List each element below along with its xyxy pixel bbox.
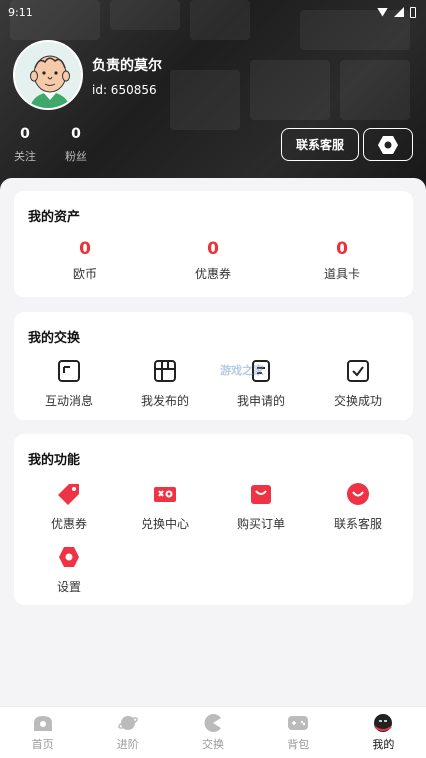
function-redeem-center-label: 兑换中心 — [140, 517, 189, 531]
nav-mine[interactable]: 我的 — [341, 707, 426, 758]
status-bar: 9:11 — [8, 4, 416, 20]
function-contact-support-label: 联系客服 — [333, 517, 382, 531]
grid-icon — [152, 358, 178, 384]
exchange-published[interactable]: 我发布的 — [120, 358, 210, 409]
profile-header: 9:11 负责的莫尔 id: 650856 0 关注 0 粉丝 联系客服 — [0, 0, 426, 200]
coins-value: 0 — [79, 239, 91, 259]
exchange-success[interactable]: 交换成功 — [313, 358, 403, 409]
function-settings[interactable]: 设置 — [24, 544, 114, 595]
followers-count: 0 — [71, 126, 81, 142]
gear-icon — [378, 135, 398, 154]
function-coupons-label: 优惠券 — [50, 517, 87, 531]
nav-mine-label: 我的 — [372, 738, 395, 751]
exchange-published-label: 我发布的 — [140, 394, 189, 408]
nav-advance-label: 进阶 — [116, 738, 139, 751]
watermark-text: 游戏之家 — [220, 364, 264, 377]
coins-label: 欧币 — [72, 267, 97, 281]
item-cards-label: 道具卡 — [323, 267, 360, 281]
functions-card: 我的功能 优惠券 兑换中心 购买订单 联系客服 设置 — [14, 434, 413, 605]
signal-icon — [394, 7, 404, 17]
nav-advance[interactable]: 进阶 — [85, 707, 170, 758]
nav-home-label: 首页 — [31, 738, 54, 751]
functions-title: 我的功能 — [28, 453, 81, 468]
battery-icon — [410, 6, 416, 18]
following-stat[interactable]: 0 关注 — [5, 126, 45, 164]
nav-exchange[interactable]: 交换 — [170, 707, 255, 758]
planet-icon — [117, 713, 139, 733]
following-label: 关注 — [14, 150, 36, 163]
home-icon — [32, 713, 54, 733]
followers-stat[interactable]: 0 粉丝 — [56, 126, 96, 164]
asset-item-cards[interactable]: 0 道具卡 — [292, 239, 392, 282]
content-sheet: 我的资产 0 欧币 0 优惠券 0 道具卡 我的交换 互动消息 我发布的 我申请… — [0, 178, 426, 706]
function-redeem-center[interactable]: 兑换中心 — [120, 481, 210, 532]
exchange-card: 我的交换 互动消息 我发布的 我申请的 交换成功 游戏之家 — [14, 312, 413, 420]
bottom-nav: 首页 进阶 交换 背包 我的 — [0, 706, 426, 758]
assets-card: 我的资产 0 欧币 0 优惠券 0 道具卡 — [14, 191, 413, 297]
asset-coins[interactable]: 0 欧币 — [35, 239, 135, 282]
exchange-requested-label: 我申请的 — [236, 394, 285, 408]
check-box-icon — [345, 358, 371, 384]
exchange-success-label: 交换成功 — [333, 394, 382, 408]
background-poster — [250, 60, 330, 120]
function-contact-support[interactable]: 联系客服 — [313, 481, 403, 532]
shopping-bag-icon — [248, 481, 274, 507]
contact-support-button[interactable]: 联系客服 — [281, 128, 359, 161]
asset-coupons[interactable]: 0 优惠券 — [163, 239, 263, 282]
background-poster — [340, 60, 410, 120]
nav-backpack-label: 背包 — [287, 738, 310, 751]
assets-title: 我的资产 — [28, 210, 81, 225]
user-id: id: 650856 — [92, 83, 157, 97]
function-settings-label: 设置 — [56, 580, 81, 594]
exchange-messages[interactable]: 互动消息 — [24, 358, 114, 409]
coupons-label: 优惠券 — [194, 267, 231, 281]
nav-exchange-label: 交换 — [202, 738, 224, 751]
following-count: 0 — [20, 126, 30, 142]
status-icons — [377, 6, 416, 18]
function-purchase-orders-label: 购买订单 — [236, 517, 285, 531]
settings-button[interactable] — [363, 128, 413, 161]
avatar[interactable] — [13, 40, 83, 110]
function-purchase-orders[interactable]: 购买订单 — [216, 481, 306, 532]
nav-backpack[interactable]: 背包 — [256, 707, 341, 758]
user-name: 负责的莫尔 — [92, 58, 162, 74]
nav-home[interactable]: 首页 — [0, 707, 85, 758]
settings-hex-icon — [56, 544, 82, 570]
exchange-title: 我的交换 — [28, 331, 81, 346]
item-cards-value: 0 — [336, 239, 348, 259]
pacman-icon — [202, 713, 224, 733]
function-coupons[interactable]: 优惠券 — [24, 481, 114, 532]
wifi-icon — [377, 7, 388, 17]
background-poster — [170, 70, 240, 130]
redeem-icon — [152, 481, 178, 507]
status-time: 9:11 — [8, 5, 33, 19]
coupons-value: 0 — [207, 239, 219, 259]
support-icon — [345, 481, 371, 507]
followers-label: 粉丝 — [65, 150, 87, 163]
coupon-tag-icon — [56, 481, 82, 507]
exchange-messages-label: 互动消息 — [44, 394, 93, 408]
gamepad-icon — [287, 713, 309, 733]
avatar-illustration — [15, 42, 81, 108]
profile-face-icon — [372, 713, 394, 733]
message-icon — [56, 358, 82, 384]
